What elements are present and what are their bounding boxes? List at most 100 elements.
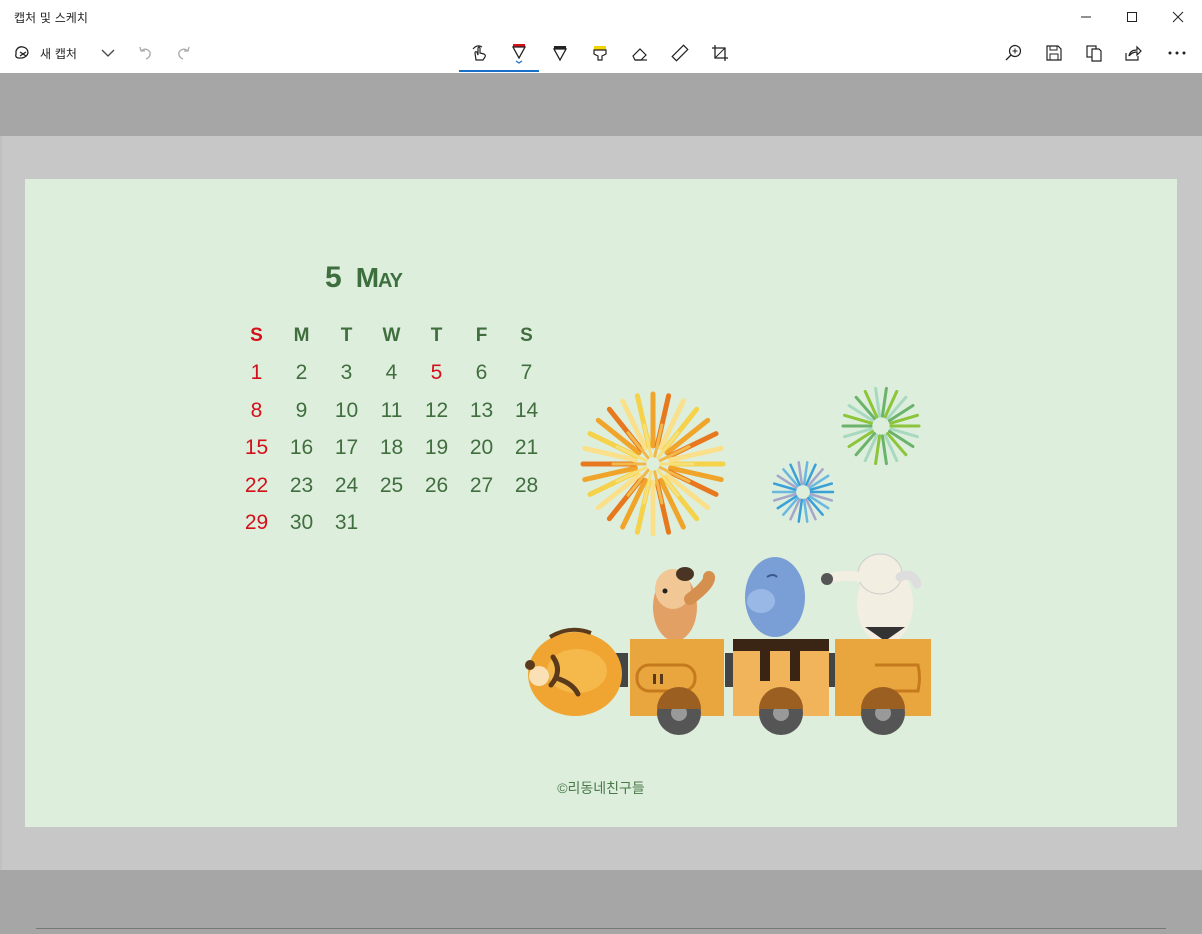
day-cell: 23 <box>289 473 314 497</box>
highlighter-icon <box>593 46 607 61</box>
day-cell: 31 <box>334 511 359 535</box>
touch-writing-icon <box>472 45 486 61</box>
weekday-label: W <box>382 324 401 346</box>
share-button[interactable] <box>1122 38 1144 68</box>
weekday-label: S <box>250 324 263 346</box>
day-cell: 11 <box>380 398 403 422</box>
maximize-button[interactable] <box>1109 0 1155 34</box>
minimize-icon <box>1081 16 1091 18</box>
redo-button[interactable] <box>174 38 194 68</box>
save-button[interactable] <box>1043 38 1065 68</box>
day-cell: 6 <box>475 361 488 385</box>
holiday-day-cell: 5 <box>430 361 443 385</box>
redo-icon <box>178 46 190 60</box>
touch-writing-button[interactable] <box>468 38 490 68</box>
crop-icon <box>712 45 728 61</box>
pencil-icon <box>552 46 568 62</box>
minimize-button[interactable] <box>1063 0 1109 34</box>
window-title: 캡처 및 스케치 <box>14 11 88 25</box>
eraser-icon <box>632 48 647 61</box>
ruler-button[interactable] <box>669 38 691 68</box>
new-capture-button[interactable]: 새 캡처 <box>12 38 77 68</box>
ballpoint-pen-icon <box>511 44 527 64</box>
day-cell: 16 <box>289 436 314 460</box>
day-cell: 20 <box>469 436 494 460</box>
crop-button[interactable] <box>709 38 731 68</box>
train-car-2 <box>733 639 829 735</box>
day-cell: 3 <box>340 361 353 385</box>
week-row: 8 9 10 11 12 13 14 <box>234 392 549 430</box>
pencil-button[interactable] <box>549 38 571 68</box>
day-cell: 27 <box>469 473 494 497</box>
sloth-passenger <box>653 567 715 641</box>
close-icon <box>1172 11 1184 23</box>
month-header: 5 May <box>325 261 465 295</box>
ruler-icon <box>671 44 689 62</box>
highlighter-button[interactable] <box>589 38 611 68</box>
eraser-button[interactable] <box>629 38 651 68</box>
zoom-in-icon <box>1005 44 1022 61</box>
weekday-label: T <box>340 324 353 346</box>
ballpoint-pen-button[interactable] <box>508 38 530 68</box>
tiger-engine <box>525 627 622 716</box>
day-cell: 17 <box>334 436 359 460</box>
copy-button[interactable] <box>1083 38 1105 68</box>
day-cell: 30 <box>289 511 314 535</box>
weekday-label: S <box>520 324 533 346</box>
day-cell: 18 <box>379 436 404 460</box>
week-row: 1 2 3 4 5 6 7 <box>234 355 549 393</box>
day-cell: 19 <box>424 436 449 460</box>
day-cell: 21 <box>514 436 539 460</box>
day-cell: 1 <box>250 361 263 385</box>
day-cell: 25 <box>379 473 404 497</box>
weekday-label: M <box>293 324 310 346</box>
copyright-text: ©리동네친구들 <box>557 780 645 796</box>
train-car-3 <box>835 639 931 735</box>
week-row: 22 23 24 25 26 27 28 <box>234 467 549 505</box>
captured-image[interactable]: 5 May S M T W T F S 1 2 3 4 5 6 7 8 9 10… <box>25 179 1177 827</box>
seal-passenger <box>745 557 805 637</box>
day-cell: 4 <box>385 361 398 385</box>
calendar-grid: S M T W T F S 1 2 3 4 5 6 7 8 9 10 11 12… <box>234 317 549 542</box>
undo-button[interactable] <box>135 38 155 68</box>
day-cell: 12 <box>424 398 449 422</box>
month-number: 5 <box>325 261 342 294</box>
close-button[interactable] <box>1155 0 1201 34</box>
new-capture-icon <box>15 46 29 59</box>
new-capture-label: 새 캡처 <box>40 46 77 61</box>
active-tool-indicator <box>459 70 539 72</box>
day-cell: 14 <box>514 398 539 422</box>
bear-passenger <box>821 553 922 644</box>
title-bar: 캡처 및 스케치 <box>0 0 1202 34</box>
capture-mode-dropdown[interactable] <box>98 38 118 68</box>
save-icon <box>1046 45 1062 61</box>
firework-green <box>841 386 921 466</box>
weekday-label: T <box>430 324 443 346</box>
day-cell: 7 <box>520 361 533 385</box>
chevron-down-icon <box>101 49 115 57</box>
day-cell: 28 <box>514 473 539 497</box>
day-cell: 26 <box>424 473 449 497</box>
day-cell: 22 <box>244 473 269 497</box>
day-cell: 13 <box>469 398 494 422</box>
day-cell: 10 <box>334 398 359 422</box>
weekday-label: F <box>475 324 488 346</box>
train-car-1 <box>630 639 724 735</box>
day-cell: 24 <box>334 473 359 497</box>
toolbar: 새 캡처 <box>0 34 1202 73</box>
more-icon <box>1168 51 1186 55</box>
more-options-button[interactable] <box>1165 38 1189 68</box>
canvas-edge <box>0 136 2 870</box>
week-row: 15 16 17 18 19 20 21 <box>234 430 549 468</box>
horizontal-scrollbar[interactable] <box>36 928 1166 929</box>
firework-blue <box>771 461 835 523</box>
weekday-header-row: S M T W T F S <box>234 317 549 355</box>
maximize-icon <box>1127 12 1137 22</box>
undo-icon <box>139 46 151 60</box>
illustration <box>525 386 931 735</box>
zoom-button[interactable] <box>1003 38 1025 68</box>
day-cell: 8 <box>250 398 263 422</box>
day-cell: 9 <box>295 398 308 422</box>
week-row: 29 30 31 <box>234 505 549 543</box>
day-cell: 15 <box>244 436 269 460</box>
